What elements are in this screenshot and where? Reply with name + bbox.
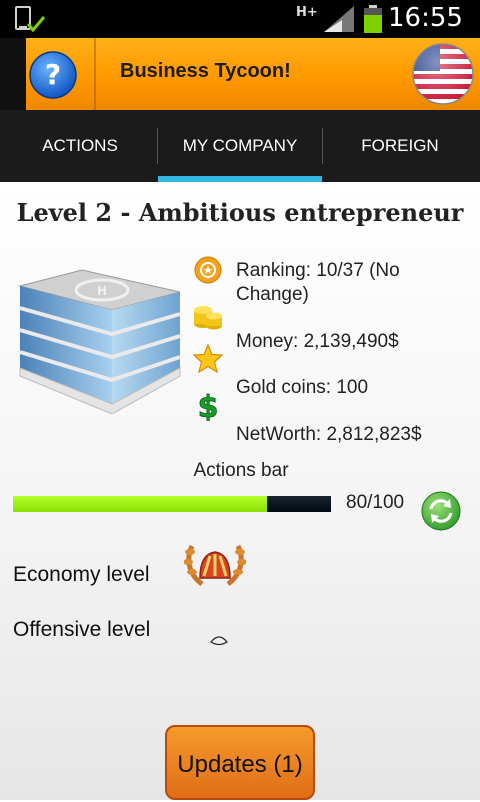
svg-text:H: H — [97, 284, 107, 298]
ranking-text: Ranking: 10/37 (No — [236, 260, 400, 281]
us-flag-icon[interactable] — [410, 41, 476, 111]
status-bar: H+ 16:55 — [0, 0, 480, 38]
battery-icon — [362, 5, 384, 37]
device-check-icon — [14, 6, 46, 38]
status-clock: 16:55 — [388, 3, 463, 33]
money-text: Money: 2,139,490$ — [236, 331, 399, 352]
office-building-icon: H — [14, 264, 186, 418]
actions-bar-fill — [13, 496, 268, 512]
tab-my-company[interactable]: MY COMPANY — [160, 110, 320, 182]
laurel-shell-badge-icon — [183, 540, 247, 592]
ranking-text-continued: Change) — [236, 284, 309, 305]
level-title: Level 2 - Ambitious entrepreneur — [16, 198, 464, 227]
company-panel: Level 2 - Ambitious entrepreneur H Ranki… — [0, 182, 480, 800]
tab-foreign[interactable]: FOREIGN — [320, 110, 480, 182]
updates-button[interactable]: Updates (1) — [165, 725, 315, 800]
gold-coins-text: Gold coins: 100 — [236, 377, 369, 398]
signal-icon — [322, 6, 356, 36]
svg-text:?: ? — [45, 58, 61, 91]
economy-level-label: Economy level — [13, 563, 150, 586]
star-icon — [192, 343, 224, 378]
coins-icon — [192, 298, 224, 334]
tab-bar: ACTIONS MY COMPANY FOREIGN — [0, 110, 480, 182]
tab-divider — [157, 128, 158, 164]
actions-bar-label: Actions bar — [193, 460, 289, 481]
refresh-icon[interactable] — [420, 490, 462, 536]
tab-actions[interactable]: ACTIONS — [0, 110, 160, 182]
actions-bar-value: 80/100 — [346, 492, 405, 513]
svg-text:$: $ — [198, 390, 219, 421]
question-mark-icon[interactable]: ? — [28, 50, 78, 104]
header-divider — [94, 38, 96, 110]
dollar-icon: $ — [195, 389, 221, 426]
small-badge-icon — [210, 631, 228, 650]
app-title: Business Tycoon! — [120, 60, 291, 82]
actions-bar — [13, 496, 331, 512]
networth-text: NetWorth: 2,812,823$ — [236, 424, 422, 445]
app-header: ? Business Tycoon! — [0, 38, 480, 110]
medal-icon — [194, 256, 222, 288]
network-type: H+ — [296, 5, 318, 20]
offensive-level-label: Offensive level — [13, 618, 151, 641]
